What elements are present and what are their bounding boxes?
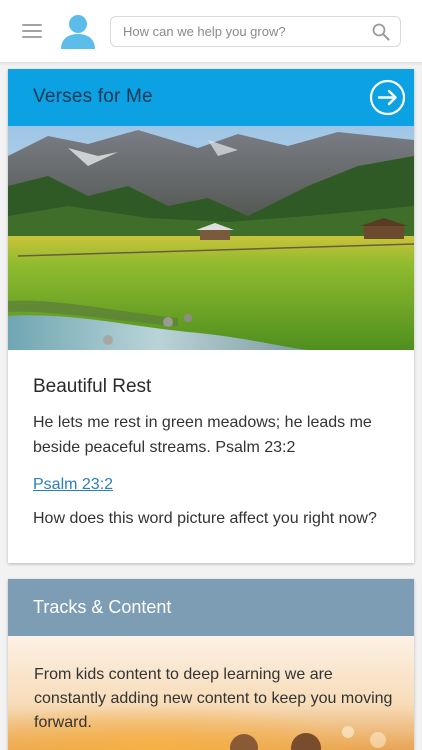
meadow-photo <box>8 126 414 350</box>
search-input[interactable] <box>123 17 363 46</box>
verse-title: Beautiful Rest <box>33 376 152 397</box>
tracks-card: Tracks & Content From kids content to de… <box>8 579 414 750</box>
search-bar <box>110 16 401 47</box>
verses-card: Verses for Me Beautiful Rest He lets me … <box>8 69 414 563</box>
verses-card-header[interactable]: Verses for Me <box>8 69 414 126</box>
avatar-icon[interactable] <box>59 13 97 51</box>
header-shadow <box>0 62 422 66</box>
verses-card-title: Verses for Me <box>33 86 153 107</box>
menu-icon[interactable] <box>22 22 42 38</box>
search-icon[interactable] <box>372 23 390 41</box>
top-bar <box>0 0 422 62</box>
tracks-card-title: Tracks & Content <box>33 597 172 617</box>
arrow-right-icon[interactable] <box>369 79 406 116</box>
tracks-description: From kids content to deep learning we ar… <box>34 666 393 731</box>
reflection-question: How does this word picture affect you ri… <box>33 510 377 527</box>
verse-content: Beautiful Rest He lets me rest in green … <box>33 376 403 528</box>
verse-reference-link[interactable]: Psalm 23:2 <box>33 476 113 494</box>
tracks-card-header[interactable]: Tracks & Content <box>8 579 414 636</box>
verse-text: He lets me rest in green meadows; he lea… <box>33 414 372 456</box>
